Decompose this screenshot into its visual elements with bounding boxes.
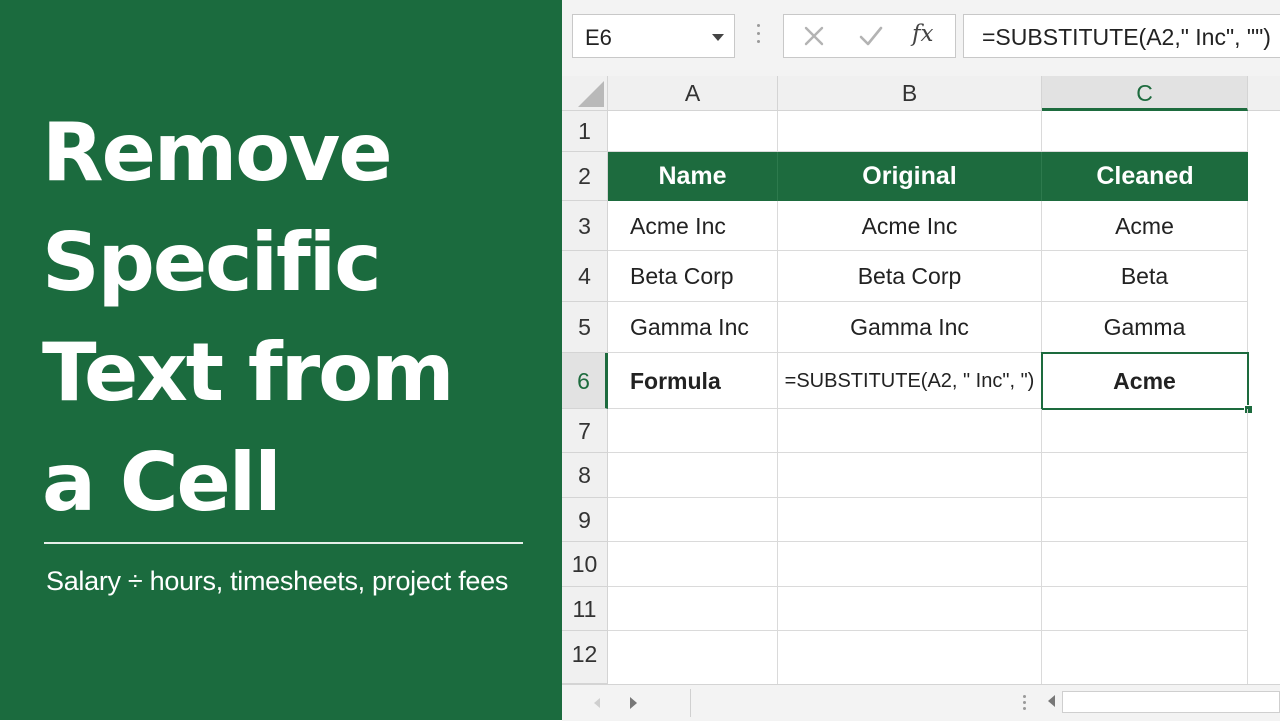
cell-c9[interactable] <box>1042 498 1248 542</box>
cell-b5[interactable]: Gamma Inc <box>778 302 1042 353</box>
enter-icon[interactable] <box>858 24 884 48</box>
formula-value: =SUBSTITUTE(A2," Inc", "") <box>982 24 1271 50</box>
chevron-down-icon[interactable] <box>712 34 724 41</box>
cell-b6[interactable]: =SUBSTITUTE(A2, " Inc", ") <box>778 353 1042 409</box>
cell-a9[interactable] <box>608 498 778 542</box>
row-header-6[interactable]: 6 <box>562 353 608 409</box>
page-title: Remove Specific Text from a Cell <box>42 98 542 538</box>
cell-b4[interactable]: Beta Corp <box>778 251 1042 302</box>
row-header-7[interactable]: 7 <box>562 409 608 453</box>
spreadsheet-window: E6 fx =SUBSTITUTE(A2," Inc", "") A B C 1… <box>562 0 1280 721</box>
cell-a5[interactable]: Gamma Inc <box>608 302 778 353</box>
cell-c8[interactable] <box>1042 453 1248 498</box>
horizontal-scrollbar[interactable] <box>1062 691 1280 713</box>
fx-icon[interactable]: fx <box>912 21 933 47</box>
subtitle: Salary ÷ hours, timesheets, project fees <box>46 566 509 596</box>
column-header-a[interactable]: A <box>608 76 778 111</box>
cell-a1[interactable] <box>608 111 778 152</box>
row-header-9[interactable]: 9 <box>562 498 608 542</box>
name-box-value: E6 <box>585 25 612 50</box>
column-header-b[interactable]: B <box>778 76 1042 111</box>
cell-a11[interactable] <box>608 587 778 631</box>
cell-c4[interactable]: Beta <box>1042 251 1248 302</box>
cell-c7[interactable] <box>1042 409 1248 453</box>
selected-cell-border <box>1041 352 1249 410</box>
row-header-1[interactable]: 1 <box>562 111 608 152</box>
row-header-3[interactable]: 3 <box>562 201 608 251</box>
next-sheet-icon[interactable] <box>630 697 637 709</box>
cell-c12[interactable] <box>1042 631 1248 684</box>
cell-b10[interactable] <box>778 542 1042 587</box>
title-line-3: Text from <box>42 326 454 419</box>
title-panel: Remove Specific Text from a Cell Salary … <box>0 0 562 720</box>
select-all-icon <box>578 81 604 107</box>
name-box[interactable]: E6 <box>572 14 735 58</box>
cell-b12[interactable] <box>778 631 1042 684</box>
row-header-5[interactable]: 5 <box>562 302 608 353</box>
resize-dots-icon[interactable] <box>757 24 761 48</box>
row-header-11[interactable]: 11 <box>562 587 608 631</box>
row-header-12[interactable]: 12 <box>562 631 608 684</box>
cell-b8[interactable] <box>778 453 1042 498</box>
cell-a6[interactable]: Formula <box>608 353 778 409</box>
cell-c10[interactable] <box>1042 542 1248 587</box>
title-line-4: a Cell <box>42 436 282 529</box>
cell-c11[interactable] <box>1042 587 1248 631</box>
column-header-d[interactable] <box>1248 76 1280 111</box>
title-divider <box>44 542 523 544</box>
cell-c1[interactable] <box>1042 111 1248 152</box>
formula-input[interactable]: =SUBSTITUTE(A2," Inc", "") <box>963 14 1280 58</box>
cell-b11[interactable] <box>778 587 1042 631</box>
column-header-c[interactable]: C <box>1042 76 1248 111</box>
scroll-left-icon[interactable] <box>1048 695 1055 707</box>
cell-c3[interactable]: Acme <box>1042 201 1248 251</box>
cell-c5[interactable]: Gamma <box>1042 302 1248 353</box>
tab-separator <box>690 689 691 717</box>
table-header-cleaned[interactable]: Cleaned <box>1042 152 1248 201</box>
table-header-name[interactable]: Name <box>608 152 778 201</box>
cell-a12[interactable] <box>608 631 778 684</box>
row-header-10[interactable]: 10 <box>562 542 608 587</box>
cell-a3[interactable]: Acme Inc <box>608 201 778 251</box>
sheet-tab-bar <box>562 684 1280 721</box>
cell-a7[interactable] <box>608 409 778 453</box>
cell-b3[interactable]: Acme Inc <box>778 201 1042 251</box>
table-header-original[interactable]: Original <box>778 152 1042 201</box>
sheet-grid: A B C 1 2 3 4 5 6 7 8 9 10 11 12 Name Or… <box>562 76 1280 684</box>
row-header-2[interactable]: 2 <box>562 152 608 201</box>
cell-b9[interactable] <box>778 498 1042 542</box>
select-all-corner[interactable] <box>562 76 608 111</box>
previous-sheet-icon[interactable] <box>594 698 600 708</box>
formula-buttons: fx <box>783 14 956 58</box>
title-line-1: Remove <box>42 106 393 199</box>
cancel-icon[interactable] <box>802 24 826 48</box>
row-header-8[interactable]: 8 <box>562 453 608 498</box>
cell-b1[interactable] <box>778 111 1042 152</box>
row-header-4[interactable]: 4 <box>562 251 608 302</box>
cell-a4[interactable]: Beta Corp <box>608 251 778 302</box>
cell-a10[interactable] <box>608 542 778 587</box>
cell-b7[interactable] <box>778 409 1042 453</box>
formula-bar: E6 fx =SUBSTITUTE(A2," Inc", "") <box>562 0 1280 77</box>
split-handle-icon[interactable] <box>1023 695 1026 713</box>
cell-a8[interactable] <box>608 453 778 498</box>
title-line-2: Specific <box>42 216 382 309</box>
